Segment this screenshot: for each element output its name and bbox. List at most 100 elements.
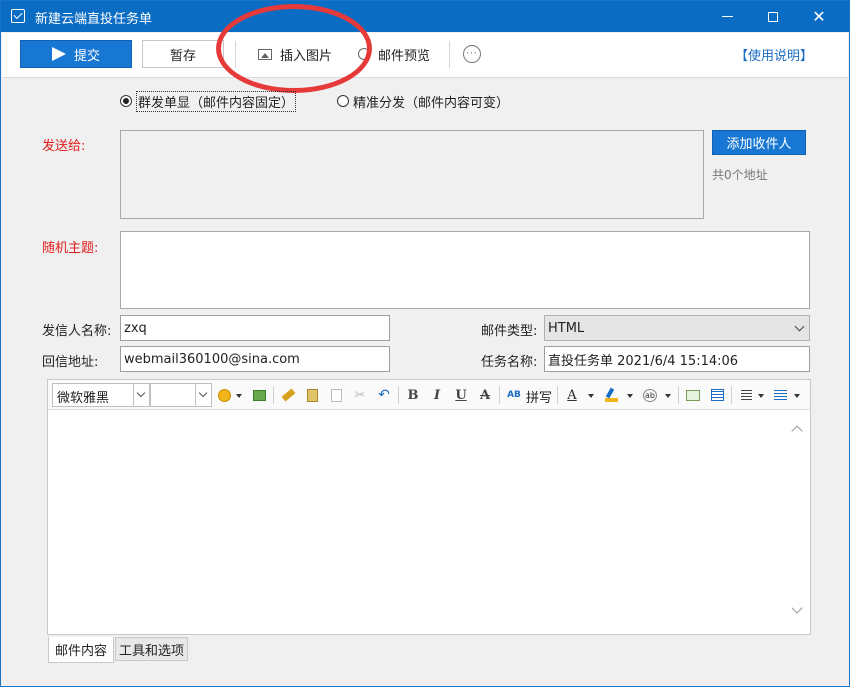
task-name-input[interactable]: 直投任务单 2021/6/4 15:14:06 (544, 346, 810, 372)
caret-down-icon[interactable] (588, 394, 594, 398)
editor-body[interactable] (52, 411, 792, 633)
reply-address-input[interactable]: webmail360100@sina.com (120, 346, 390, 372)
chevron-down-icon (794, 321, 805, 332)
mail-preview-button[interactable]: 邮件预览 (358, 43, 430, 65)
insert-table-button[interactable] (709, 387, 725, 403)
font-color-icon: A (567, 387, 577, 403)
send-mode-precise-label: 精准分发（邮件内容可变） (353, 95, 510, 111)
more-icon: ··· (463, 45, 481, 63)
send-mode-bulk-option[interactable]: 群发单显（邮件内容固定） (120, 90, 297, 112)
italic-icon: I (433, 387, 441, 403)
mail-type-value: HTML (548, 320, 585, 336)
highlight-button[interactable] (603, 387, 619, 403)
preview-icon (358, 48, 370, 60)
scroll-up-icon[interactable] (791, 425, 803, 437)
paste-button[interactable] (304, 387, 320, 403)
font-color-button[interactable]: A (564, 387, 580, 403)
align-button[interactable] (738, 387, 754, 403)
italic-button[interactable]: I (429, 387, 445, 403)
spell-check-button[interactable]: AB (506, 387, 522, 403)
more-options-button[interactable]: ··· (463, 43, 481, 65)
font-family-select[interactable]: 微软雅黑 (52, 383, 150, 407)
list-button[interactable] (772, 387, 788, 403)
tab-mail-content[interactable]: 邮件内容 (48, 637, 114, 663)
table-icon (710, 389, 724, 401)
caret-down-icon[interactable] (758, 394, 764, 398)
save-draft-button[interactable]: 暂存 (142, 40, 224, 68)
brush-icon (281, 388, 295, 402)
editor-divider (273, 386, 274, 404)
mail-type-label: 邮件类型: (481, 324, 538, 339)
editor-divider (499, 386, 500, 404)
sender-name-input[interactable]: zxq (120, 315, 390, 341)
scissors-icon: ✂ (354, 387, 366, 403)
radio-checked[interactable] (120, 95, 132, 107)
undo-button[interactable]: ↶ (376, 387, 392, 403)
submit-label: 提交 (73, 48, 100, 64)
chevron-down-icon (133, 384, 149, 406)
font-size-select[interactable] (150, 383, 212, 407)
recipients-list[interactable] (120, 130, 704, 219)
underline-icon: U (455, 387, 467, 403)
editor-toolbar: 微软雅黑 ✂ ↶ B I U A AB 拼写 A ab (48, 380, 810, 410)
paste-icon (306, 388, 318, 402)
subject-input[interactable] (120, 231, 810, 309)
undo-icon: ↶ (378, 387, 390, 403)
subject-label: 随机主题: (42, 241, 99, 256)
caret-down-icon[interactable] (665, 394, 671, 398)
bold-icon: B (407, 387, 419, 403)
insert-image-label: 插入图片 (280, 48, 333, 64)
editor-divider (731, 386, 732, 404)
bold-button[interactable]: B (405, 387, 421, 403)
radio-unchecked[interactable] (337, 95, 349, 107)
cut-button[interactable]: ✂ (352, 387, 368, 403)
caret-down-icon[interactable] (794, 394, 800, 398)
tab-mail-content-label: 邮件内容 (54, 644, 107, 659)
help-link[interactable]: 【使用说明】 (735, 45, 813, 64)
mail-type-select[interactable]: HTML (544, 315, 810, 341)
emoji-button[interactable] (216, 387, 232, 403)
add-recipients-button[interactable]: 添加收件人 (712, 130, 806, 155)
compose-window: 新建云端直投任务单 ✕ 提交 暂存 插入图片 邮件预览 ··· 【使用说明】 群… (0, 0, 850, 687)
caret-down-icon[interactable] (236, 394, 242, 398)
task-name-label: 任务名称: (481, 355, 538, 370)
insert-image-button[interactable]: 插入图片 (258, 43, 332, 65)
send-mode-precise-option[interactable]: 精准分发（邮件内容可变） (337, 91, 509, 111)
special-effects-button[interactable]: ab (642, 387, 658, 403)
chevron-down-icon (195, 384, 211, 406)
caret-down-icon[interactable] (627, 394, 633, 398)
smiley-icon (217, 388, 231, 402)
main-toolbar: 提交 暂存 插入图片 邮件预览 ··· 【使用说明】 (2, 33, 848, 78)
minimize-button[interactable] (704, 1, 750, 32)
align-left-icon (740, 390, 752, 400)
add-recipients-label: 添加收件人 (726, 137, 792, 152)
window-title: 新建云端直投任务单 (35, 12, 153, 27)
underline-button[interactable]: U (453, 387, 469, 403)
close-icon: ✕ (812, 6, 826, 26)
title-bar: 新建云端直投任务单 ✕ (1, 1, 849, 32)
sender-name-label: 发信人名称: (42, 324, 112, 339)
insert-image-tool[interactable] (685, 387, 701, 403)
editor-divider (678, 386, 679, 404)
insert-picture-button[interactable] (251, 387, 267, 403)
tab-tools-options-label: 工具和选项 (118, 643, 184, 659)
save-draft-label: 暂存 (169, 48, 196, 64)
copy-icon (330, 388, 342, 402)
scroll-down-icon[interactable] (791, 602, 803, 614)
rich-text-editor: 微软雅黑 ✂ ↶ B I U A AB 拼写 A ab (47, 379, 811, 635)
strikethrough-button[interactable]: A (477, 387, 493, 403)
effects-icon: ab (643, 388, 657, 402)
editor-divider (398, 386, 399, 404)
send-icon (51, 47, 66, 61)
tab-tools-options[interactable]: 工具和选项 (115, 637, 188, 661)
highlighter-icon (604, 387, 618, 402)
image-icon (258, 48, 272, 60)
submit-button[interactable]: 提交 (20, 40, 132, 68)
spell-check-label[interactable]: 拼写 (526, 387, 552, 406)
clear-format-button[interactable] (280, 387, 296, 403)
close-button[interactable]: ✕ (796, 1, 842, 32)
recipient-count: 共0个地址 (712, 168, 768, 182)
copy-button[interactable] (328, 387, 344, 403)
maximize-button[interactable] (750, 1, 796, 32)
picture-icon (252, 389, 266, 401)
